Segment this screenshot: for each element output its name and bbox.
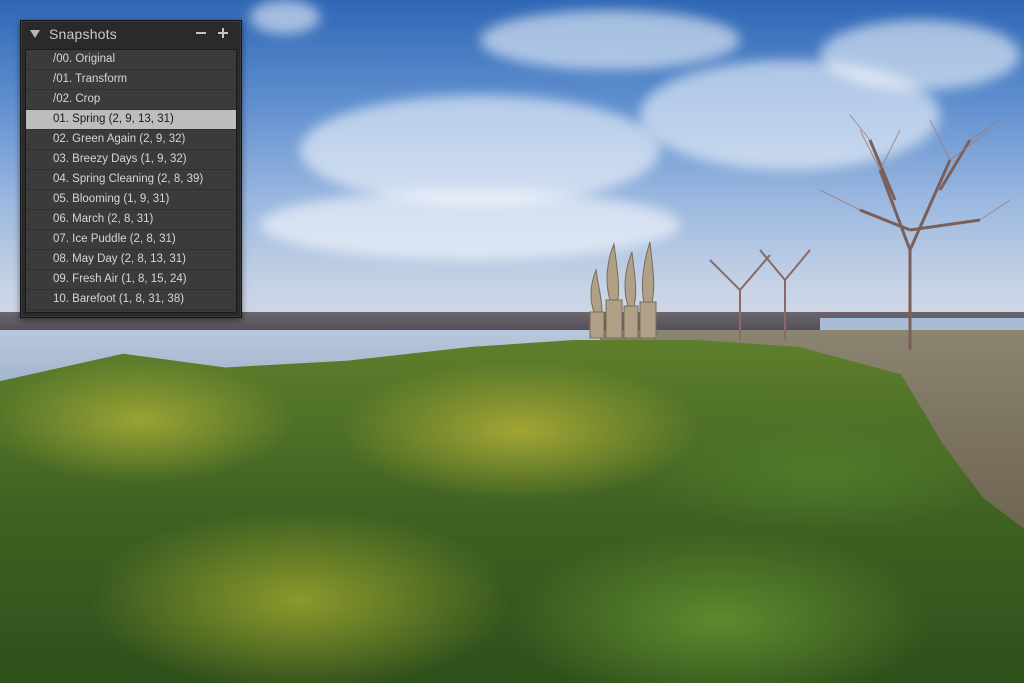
snapshot-item-selected[interactable]: 01. Spring (2, 9, 13, 31) [26,110,236,130]
snapshot-item[interactable]: 04. Spring Cleaning (2, 8, 39) [26,170,236,190]
snapshot-item[interactable]: 02. Green Again (2, 9, 32) [26,130,236,150]
snapshot-item[interactable]: /02. Crop [26,90,236,110]
cloud [480,10,740,70]
snapshot-item[interactable]: /01. Transform [26,70,236,90]
cloud [820,20,1020,90]
snapshots-panel: Snapshots /00. Original /01. Transform /… [20,20,242,318]
snapshot-item[interactable]: 09. Fresh Air (1, 8, 15, 24) [26,270,236,290]
snapshot-item[interactable]: 03. Breezy Days (1, 9, 32) [26,150,236,170]
bare-tree [819,114,1011,350]
disclosure-triangle-icon[interactable] [30,30,40,38]
snapshot-list: /00. Original /01. Transform /02. Crop 0… [25,49,237,313]
snapshot-item[interactable]: /00. Original [26,50,236,70]
snapshot-item[interactable]: 05. Blooming (1, 9, 31) [26,190,236,210]
panel-title: Snapshots [49,26,117,42]
snapshots-panel-header[interactable]: Snapshots [21,21,241,47]
cloud [300,95,660,205]
minus-icon[interactable] [194,26,208,40]
sculpture [589,241,657,339]
juniper-shrubs [0,340,1024,683]
snapshot-item[interactable]: 10. Barefoot (1, 8, 31, 38) [26,290,236,310]
bare-tree [709,249,811,340]
cloud [250,0,320,34]
plus-icon[interactable] [216,26,230,40]
snapshot-item[interactable]: 08. May Day (2, 8, 13, 31) [26,250,236,270]
snapshot-item[interactable]: 06. March (2, 8, 31) [26,210,236,230]
snapshot-item[interactable]: 07. Ice Puddle (2, 8, 31) [26,230,236,250]
